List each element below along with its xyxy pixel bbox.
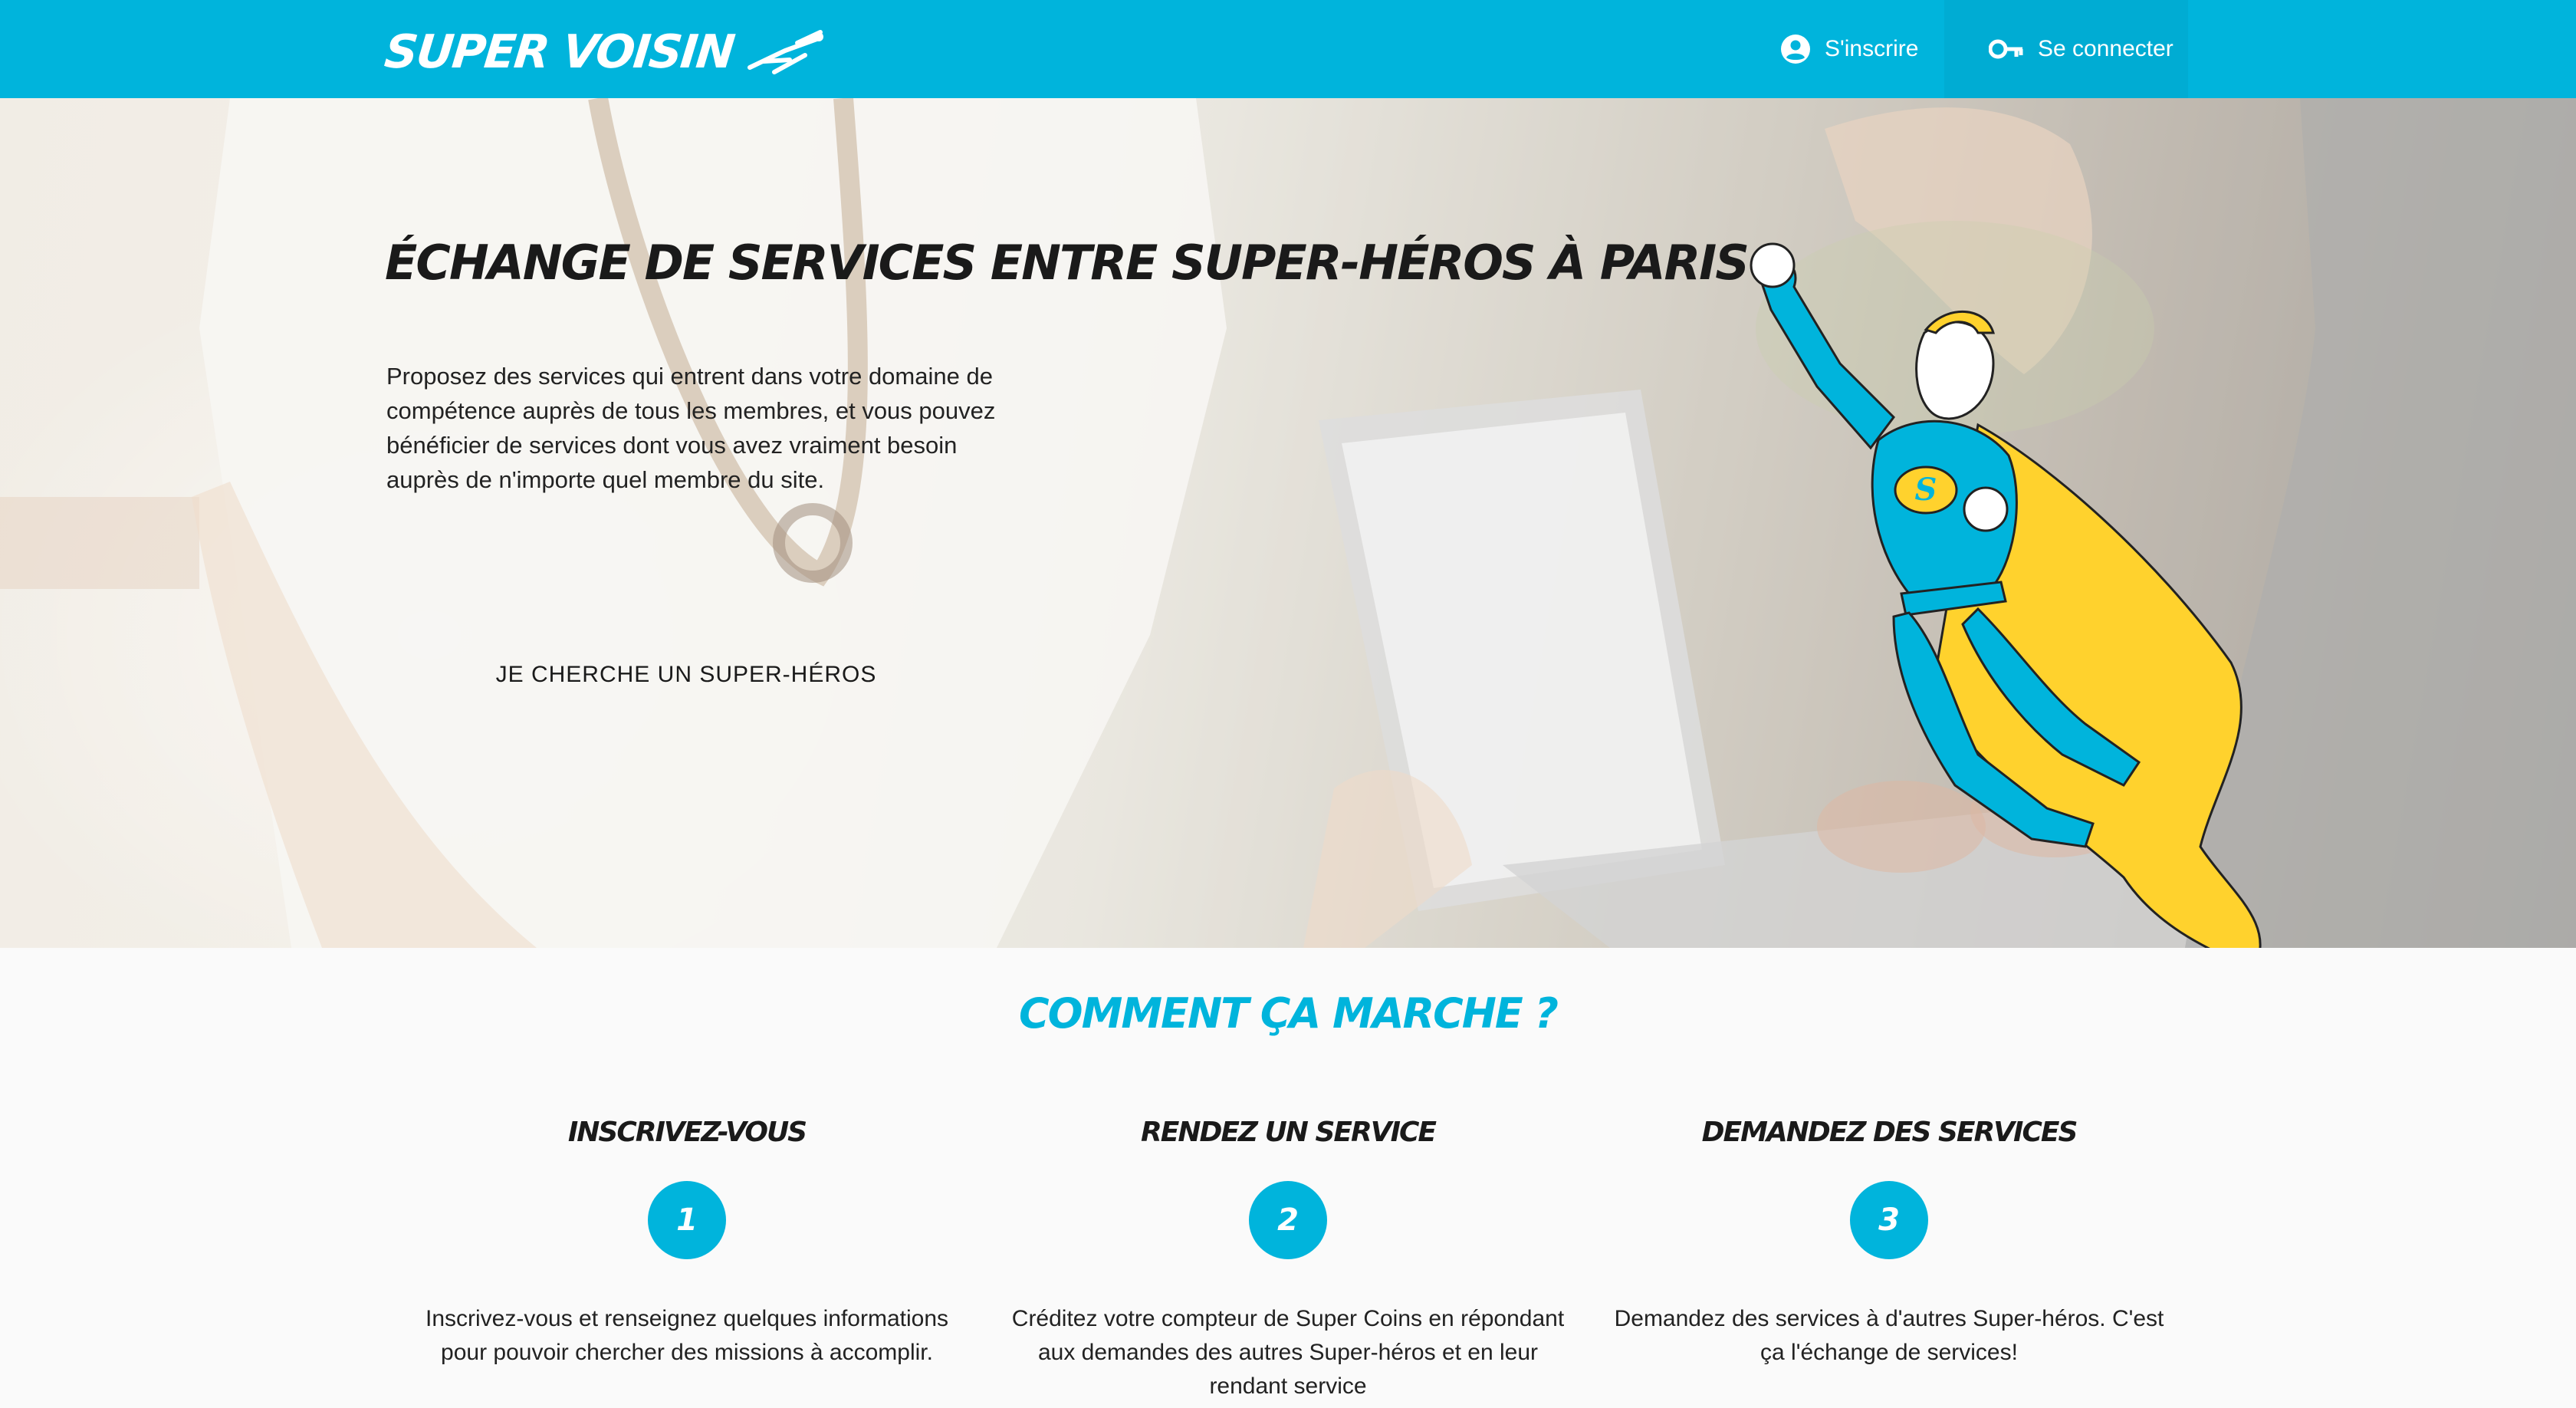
key-icon [1989, 39, 2023, 59]
hero-section: ÉCHANGE DE SERVICES ENTRE SUPER-HÉROS À … [0, 98, 2576, 948]
step-title: DEMANDEZ DES SERVICES [1701, 1117, 2078, 1148]
brand-name: SUPER VOISIN [382, 25, 737, 79]
login-label: Se connecter [2038, 36, 2174, 61]
step-description: Inscrivez-vous et renseignez quelques in… [425, 1306, 949, 1365]
top-navbar: SUPER VOISIN S'inscrire Se connecter [0, 0, 2576, 98]
brand-logo[interactable]: SUPER VOISIN [382, 21, 826, 83]
svg-text:S: S [1915, 472, 1937, 508]
step-title: INSCRIVEZ-VOUS [567, 1117, 807, 1148]
flying-superhero-illustration: S [1750, 242, 2262, 948]
how-it-works-section: COMMENT ÇA MARCHE ? INSCRIVEZ-VOUS 1 Ins… [0, 948, 2576, 1408]
step-card: DEMANDEZ DES SERVICES 3 Demandez des ser… [1605, 1117, 2173, 1370]
how-it-works-title: COMMENT ÇA MARCHE ? [1019, 989, 1559, 1038]
register-label: S'inscrire [1825, 36, 1919, 61]
step-description: Créditez votre compteur de Super Coins e… [1011, 1306, 1565, 1399]
step-card: INSCRIVEZ-VOUS 1 Inscrivez-vous et rense… [403, 1117, 971, 1370]
step-number-badge: 2 [1249, 1181, 1327, 1259]
login-link[interactable]: Se connecter [1944, 0, 2188, 98]
step-description: Demandez des services à d'autres Super-h… [1614, 1306, 2164, 1365]
step-title: RENDEZ UN SERVICE [1141, 1117, 1437, 1148]
step-number-badge: 3 [1850, 1181, 1928, 1259]
register-link[interactable]: S'inscrire [1780, 0, 1941, 98]
flying-hero-icon [748, 30, 824, 74]
cta-label: JE CHERCHE UN SUPER-HÉROS [495, 662, 877, 687]
step-number-badge: 1 [648, 1181, 726, 1259]
hero-title: ÉCHANGE DE SERVICES ENTRE SUPER-HÉROS À … [385, 235, 1750, 291]
find-superhero-button[interactable]: JE CHERCHE UN SUPER-HÉROS [443, 633, 929, 716]
step-card: RENDEZ UN SERVICE 2 Créditez votre compt… [1004, 1117, 1572, 1403]
hero-description: Proposez des services qui entrent dans v… [386, 363, 996, 493]
user-circle-icon [1781, 35, 1810, 64]
